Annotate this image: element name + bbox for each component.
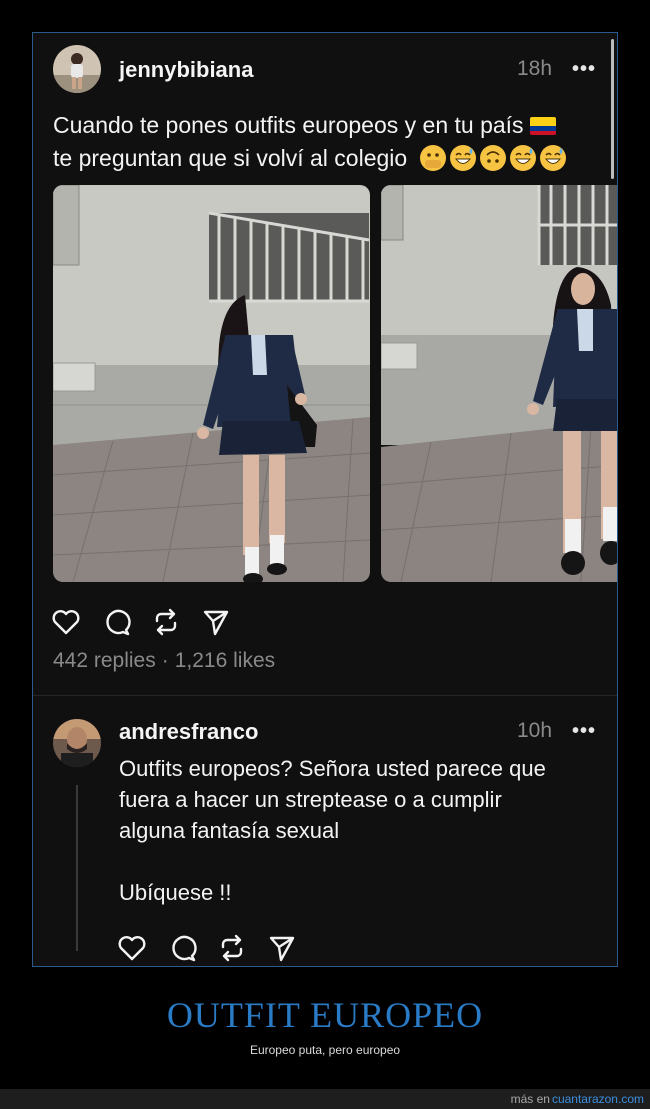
thread-divider bbox=[33, 695, 617, 696]
repost-icon[interactable] bbox=[217, 933, 247, 963]
footer: más en cuantarazon.com bbox=[0, 1089, 650, 1109]
grinning-face-with-sweat-icon bbox=[539, 145, 566, 171]
post-username[interactable]: jennybibiana bbox=[119, 57, 253, 83]
stats-separator: · bbox=[161, 649, 169, 672]
grinning-face-with-sweat-icon bbox=[509, 145, 536, 171]
post-photo-2[interactable] bbox=[381, 185, 617, 582]
heart-icon[interactable] bbox=[117, 933, 147, 963]
post-text-line-1: Cuando te pones outfits europeos y en tu… bbox=[53, 112, 524, 138]
reply-thread-line bbox=[76, 785, 78, 951]
comment-icon[interactable] bbox=[167, 933, 197, 963]
post-stats: 442 replies · 1,216 likes bbox=[53, 649, 275, 673]
reply-username[interactable]: andresfranco bbox=[119, 719, 258, 745]
post-timestamp: 18h bbox=[517, 57, 553, 80]
reply-more-button[interactable]: ••• bbox=[572, 720, 596, 743]
caption-subtitle: Europeo puta, pero europeo bbox=[249, 1043, 401, 1057]
reply-text: Outfits europeos? Señora usted parece qu… bbox=[119, 756, 546, 905]
post-text-line-2: te preguntan que si volví al colegio bbox=[53, 145, 408, 171]
likes-count[interactable]: 1,216 likes bbox=[175, 649, 275, 672]
heart-icon[interactable] bbox=[51, 607, 81, 637]
scrollbar[interactable] bbox=[611, 39, 614, 179]
grinning-face-with-sweat-icon bbox=[449, 145, 476, 171]
face-with-open-eyes-and-hand-over-mouth-icon bbox=[419, 145, 446, 171]
footer-link[interactable]: cuantarazon.com bbox=[552, 1092, 650, 1106]
reply-avatar[interactable] bbox=[53, 719, 101, 767]
comment-icon[interactable] bbox=[101, 607, 131, 637]
share-icon[interactable] bbox=[201, 607, 231, 637]
reply-timestamp: 10h bbox=[517, 719, 553, 742]
footer-prefix: más en bbox=[510, 1092, 550, 1106]
repost-icon[interactable] bbox=[151, 607, 181, 637]
replies-count[interactable]: 442 replies bbox=[53, 649, 156, 672]
share-icon[interactable] bbox=[267, 933, 297, 963]
upside-down-face-icon bbox=[479, 145, 506, 171]
caption-title: OUTFIT EUROPEO bbox=[166, 995, 484, 1035]
avatar[interactable] bbox=[53, 45, 101, 93]
post-photo-1[interactable] bbox=[53, 185, 370, 582]
threads-screenshot: jennybibiana 18h ••• Cuando te pones out… bbox=[32, 32, 618, 967]
post-text: Cuando te pones outfits europeos y en tu… bbox=[53, 109, 593, 175]
colombia-flag-icon bbox=[529, 117, 556, 135]
post-more-button[interactable]: ••• bbox=[572, 58, 596, 81]
